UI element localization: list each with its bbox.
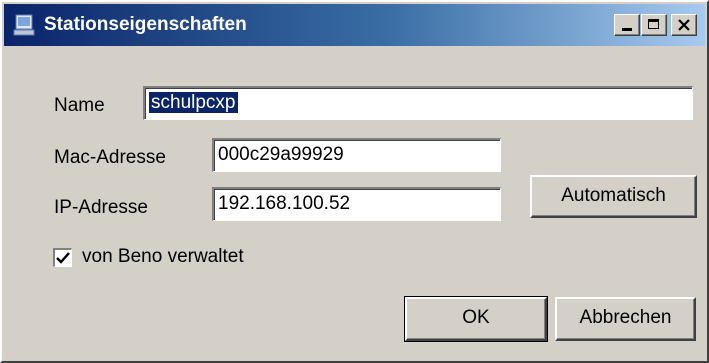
- cancel-button[interactable]: Abbrechen: [555, 297, 696, 341]
- minimize-icon: [622, 28, 632, 31]
- ok-button[interactable]: OK: [404, 296, 548, 342]
- mac-address-field[interactable]: 000c29a99929: [212, 138, 501, 172]
- minimize-button[interactable]: [614, 14, 640, 36]
- window-title: Stationseigenschaften: [44, 14, 247, 35]
- ip-address-field[interactable]: 192.168.100.52: [212, 187, 501, 221]
- name-field[interactable]: schulpcxp: [143, 86, 693, 120]
- managed-checkbox[interactable]: [53, 248, 72, 267]
- close-icon: [678, 19, 690, 31]
- maximize-button[interactable]: [641, 14, 667, 36]
- ip-address-label: IP-Adresse: [54, 197, 148, 218]
- mac-address-label: Mac-Adresse: [54, 147, 166, 168]
- checkmark-icon: [56, 252, 70, 264]
- name-label: Name: [54, 95, 105, 116]
- maximize-icon: [648, 19, 659, 29]
- automatic-button[interactable]: Automatisch: [530, 175, 697, 218]
- dialog-window: Stationseigenschaften Name schulpcxp Mac…: [0, 0, 709, 363]
- title-bar[interactable]: Stationseigenschaften: [4, 4, 705, 46]
- managed-label: von Beno verwaltet: [82, 246, 244, 267]
- station-computer-icon: [13, 14, 35, 36]
- name-value: schulpcxp: [149, 92, 238, 113]
- close-button[interactable]: [671, 14, 697, 36]
